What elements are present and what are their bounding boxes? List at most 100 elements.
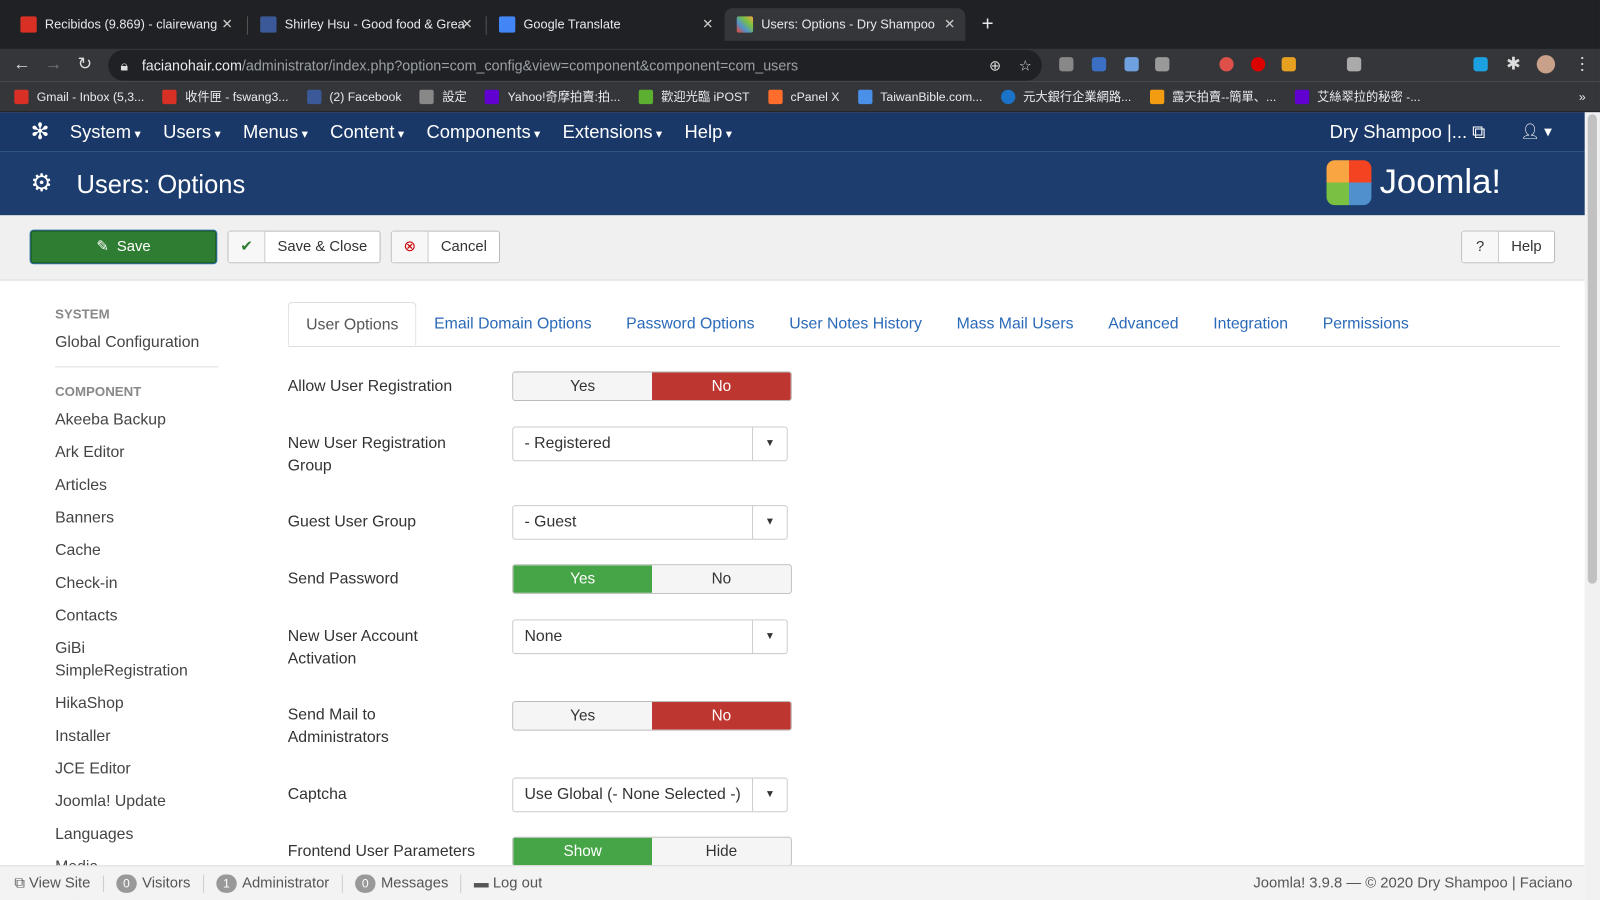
bookmark[interactable]: 設定 bbox=[419, 88, 467, 105]
sidebar-item[interactable]: Contacts bbox=[55, 605, 218, 627]
bookmark[interactable]: Gmail - Inbox (5,3... bbox=[14, 89, 144, 104]
facebook-icon bbox=[260, 16, 277, 33]
captcha-select[interactable]: Use Global (- None Selected -) ▼ bbox=[512, 777, 788, 813]
account-activation-select[interactable]: None ▼ bbox=[512, 619, 788, 655]
tab-email-domain-options[interactable]: Email Domain Options bbox=[417, 302, 609, 346]
tab-advanced[interactable]: Advanced bbox=[1091, 302, 1196, 346]
extension-icon[interactable] bbox=[1091, 57, 1107, 72]
extension-icon[interactable] bbox=[1059, 57, 1074, 72]
site-link[interactable]: Dry Shampoo |... ⧉ bbox=[1330, 121, 1486, 142]
bookmark[interactable]: 艾絲翠拉的秘密 -... bbox=[1294, 88, 1420, 105]
sidebar-item[interactable]: Akeeba Backup bbox=[55, 409, 218, 431]
send-mail-admins-toggle[interactable]: Yes No bbox=[512, 701, 792, 731]
profile-avatar[interactable] bbox=[1536, 55, 1556, 74]
browser-tab[interactable]: Shirley Hsu - Good food & Grea ✕ bbox=[248, 8, 483, 41]
toolbar: ✎ Save ✔ Save & Close ⊗ Cancel ? Help bbox=[0, 215, 1600, 281]
menu-content[interactable]: Content bbox=[330, 121, 404, 142]
browser-tab-active[interactable]: Users: Options - Dry Shampoo ✕ bbox=[724, 8, 966, 41]
browser-tab-bar: Recibidos (9.869) - clairewang ✕ Shirley … bbox=[0, 0, 1600, 49]
sidebar-item[interactable]: Ark Editor bbox=[55, 442, 218, 464]
sidebar-item[interactable]: Banners bbox=[55, 507, 218, 529]
visitors-link[interactable]: 0 Visitors bbox=[115, 873, 204, 893]
close-tab-icon[interactable]: ✕ bbox=[702, 16, 713, 32]
extensions-puzzle-icon[interactable]: ✱ bbox=[1506, 54, 1521, 74]
bookmark[interactable]: cPanel X bbox=[767, 89, 839, 104]
menu-users[interactable]: Users bbox=[163, 121, 221, 142]
bookmarks-bar: Gmail - Inbox (5,3... 收件匣 - fswang3... (… bbox=[0, 81, 1600, 113]
tab-password-options[interactable]: Password Options bbox=[609, 302, 772, 346]
close-tab-icon[interactable]: ✕ bbox=[461, 16, 472, 32]
sidebar-item[interactable]: Languages bbox=[55, 823, 218, 845]
menu-extensions[interactable]: Extensions bbox=[563, 121, 662, 142]
user-menu-icon[interactable]: 👤︎ ▾ bbox=[1520, 122, 1551, 140]
frontend-params-toggle[interactable]: Show Hide bbox=[512, 836, 792, 867]
chevron-down-icon: ▼ bbox=[752, 427, 787, 461]
scrollbar[interactable] bbox=[1584, 112, 1600, 900]
tab-permissions[interactable]: Permissions bbox=[1305, 302, 1426, 346]
menu-components[interactable]: Components bbox=[427, 121, 541, 142]
sidebar-item[interactable]: Joomla! Update bbox=[55, 791, 218, 813]
bookmark[interactable]: 露天拍賣--簡單、... bbox=[1149, 88, 1276, 105]
view-site-link[interactable]: ⧉ View Site bbox=[14, 874, 104, 892]
extension-icon[interactable] bbox=[1219, 57, 1234, 72]
extension-icon[interactable] bbox=[1346, 57, 1362, 72]
new-tab-icon[interactable]: + bbox=[969, 8, 1005, 41]
bookmark[interactable]: Yahoo!奇摩拍賣:拍... bbox=[485, 88, 620, 105]
options-tabs: User Options Email Domain Options Password… bbox=[287, 302, 1561, 347]
messages-link[interactable]: 0 Messages bbox=[354, 873, 462, 893]
sidebar-item[interactable]: Articles bbox=[55, 474, 218, 496]
bookmark[interactable]: 元大銀行企業網路... bbox=[1000, 88, 1131, 105]
bookmark[interactable]: (2) Facebook bbox=[306, 89, 401, 104]
bookmark[interactable]: TaiwanBible.com... bbox=[857, 89, 982, 104]
send-password-toggle[interactable]: Yes No bbox=[512, 564, 792, 594]
sidebar-item[interactable]: JCE Editor bbox=[55, 758, 218, 780]
sidebar-item[interactable]: Check-in bbox=[55, 572, 218, 594]
menu-help[interactable]: Help bbox=[685, 121, 732, 142]
tab-integration[interactable]: Integration bbox=[1196, 302, 1305, 346]
guest-user-group-select[interactable]: - Guest ▼ bbox=[512, 505, 788, 540]
sidebar-item[interactable]: Cache bbox=[55, 540, 218, 562]
save-button[interactable]: ✎ Save bbox=[30, 230, 217, 264]
menu-menus[interactable]: Menus bbox=[243, 121, 308, 142]
extension-icon[interactable] bbox=[1155, 57, 1170, 72]
extension-icon[interactable] bbox=[1251, 57, 1266, 72]
menu-system[interactable]: System bbox=[70, 121, 141, 142]
menu-kebab-icon[interactable]: ⋮ bbox=[1573, 54, 1590, 74]
back-icon[interactable]: ← bbox=[13, 54, 30, 74]
extension-icon[interactable] bbox=[1473, 57, 1488, 72]
joomla-logo-icon[interactable]: ✻ bbox=[31, 118, 50, 145]
zoom-icon[interactable]: ⊕ bbox=[989, 50, 1001, 81]
browser-tab[interactable]: Google Translate ✕ bbox=[487, 8, 724, 41]
sidebar-item[interactable]: Installer bbox=[55, 726, 218, 748]
bookmark[interactable]: 歡迎光臨 iPOST bbox=[638, 88, 750, 105]
edit-icon: ✎ bbox=[96, 238, 109, 256]
bookmark[interactable]: 收件匣 - fswang3... bbox=[162, 88, 289, 105]
options-icon: ⚙ bbox=[30, 169, 53, 197]
extension-icon[interactable] bbox=[1124, 57, 1139, 72]
tab-mass-mail-users[interactable]: Mass Mail Users bbox=[939, 302, 1091, 346]
admin-menu-bar: ✻ System Users Menus Content Components … bbox=[0, 112, 1600, 152]
close-tab-icon[interactable]: ✕ bbox=[222, 16, 233, 32]
cancel-button[interactable]: ⊗ Cancel bbox=[390, 230, 501, 264]
save-close-button[interactable]: ✔ Save & Close bbox=[227, 230, 381, 264]
new-user-group-select[interactable]: - Registered ▼ bbox=[512, 426, 788, 462]
url-input[interactable]: 🔒︎ facianohair.com/administrator/index.ph… bbox=[108, 49, 1042, 81]
browser-tab[interactable]: Recibidos (9.869) - clairewang ✕ bbox=[8, 8, 243, 41]
tab-user-options[interactable]: User Options bbox=[287, 302, 417, 346]
admins-link[interactable]: 1 Administrator bbox=[215, 873, 343, 893]
question-icon: ? bbox=[1462, 231, 1499, 263]
sidebar-item[interactable]: GiBi SimpleRegistration bbox=[55, 638, 198, 683]
help-button[interactable]: ? Help bbox=[1461, 230, 1555, 264]
logout-link[interactable]: ▬ Log out bbox=[474, 875, 542, 891]
bookmark-star-icon[interactable]: ☆ bbox=[1019, 50, 1032, 81]
gmail-icon bbox=[20, 16, 37, 33]
forward-icon[interactable]: → bbox=[45, 54, 62, 74]
reload-icon[interactable]: ↻ bbox=[78, 54, 93, 74]
allow-registration-toggle[interactable]: Yes No bbox=[512, 371, 792, 402]
tab-user-notes-history[interactable]: User Notes History bbox=[772, 302, 939, 346]
sidebar-item[interactable]: HikaShop bbox=[55, 693, 218, 715]
sidebar-item-global-configuration[interactable]: Global Configuration bbox=[55, 332, 219, 368]
extension-icon[interactable] bbox=[1281, 57, 1296, 72]
close-tab-icon[interactable]: ✕ bbox=[944, 16, 955, 32]
more-bookmarks-icon[interactable]: » bbox=[1579, 89, 1586, 103]
